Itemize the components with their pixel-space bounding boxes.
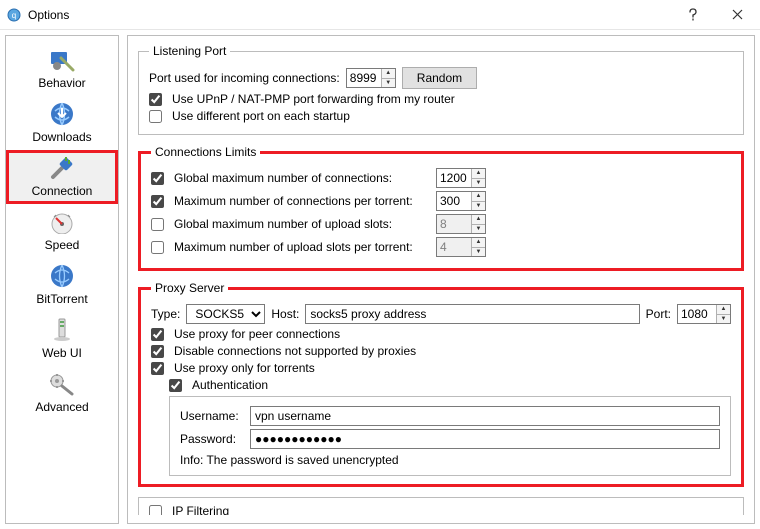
sidebar-item-label: Web UI bbox=[6, 346, 118, 360]
proxy-server-legend: Proxy Server bbox=[151, 281, 228, 295]
sidebar-item-label: Advanced bbox=[6, 400, 118, 414]
max-conn-per-torrent-input[interactable]: ▲▼ bbox=[436, 191, 486, 211]
ip-filtering-group: IP Filtering bbox=[138, 497, 744, 515]
sidebar-item-bittorrent[interactable]: BitTorrent bbox=[6, 258, 118, 312]
global-max-conn-label: Global maximum number of connections: bbox=[174, 171, 430, 185]
downloads-icon bbox=[45, 100, 79, 128]
proxy-only-torrents-checkbox[interactable] bbox=[151, 362, 164, 375]
listening-port-group: Listening Port Port used for incoming co… bbox=[138, 44, 744, 135]
upnp-checkbox[interactable] bbox=[149, 93, 162, 106]
global-max-conn-checkbox[interactable] bbox=[151, 172, 164, 185]
proxy-username-input[interactable] bbox=[250, 406, 720, 426]
proxy-peer-label: Use proxy for peer connections bbox=[174, 327, 340, 341]
sidebar-item-label: Downloads bbox=[6, 130, 118, 144]
max-conn-per-torrent-label: Maximum number of connections per torren… bbox=[174, 194, 430, 208]
port-input[interactable]: ▲▼ bbox=[346, 68, 396, 88]
port-spinner[interactable]: ▲▼ bbox=[381, 69, 395, 87]
proxy-disable-unsupported-checkbox[interactable] bbox=[151, 345, 164, 358]
close-button[interactable] bbox=[715, 0, 760, 30]
global-max-upload-label: Global maximum number of upload slots: bbox=[174, 217, 430, 231]
help-button[interactable] bbox=[670, 0, 715, 30]
proxy-auth-box: Username: Password: Info: The password i… bbox=[169, 396, 731, 476]
proxy-disable-unsupported-label: Disable connections not supported by pro… bbox=[174, 344, 416, 358]
listening-port-legend: Listening Port bbox=[149, 44, 230, 58]
speed-icon bbox=[45, 208, 79, 236]
sidebar-item-behavior[interactable]: Behavior bbox=[6, 42, 118, 96]
app-icon: q bbox=[6, 7, 22, 23]
sidebar-item-webui[interactable]: Web UI bbox=[6, 312, 118, 366]
proxy-password-label: Password: bbox=[180, 432, 244, 446]
diff-port-label: Use different port on each startup bbox=[172, 109, 350, 123]
connections-limits-group: Connections Limits Global maximum number… bbox=[138, 145, 744, 271]
sidebar-item-downloads[interactable]: Downloads bbox=[6, 96, 118, 150]
titlebar: q Options bbox=[0, 0, 760, 30]
proxy-username-label: Username: bbox=[180, 409, 244, 423]
sidebar-item-label: Connection bbox=[6, 184, 118, 198]
diff-port-checkbox[interactable] bbox=[149, 110, 162, 123]
sidebar-item-advanced[interactable]: Advanced bbox=[6, 366, 118, 420]
proxy-port-label: Port: bbox=[646, 307, 671, 321]
bittorrent-icon bbox=[45, 262, 79, 290]
proxy-auth-label: Authentication bbox=[192, 378, 268, 392]
proxy-password-info: Info: The password is saved unencrypted bbox=[180, 453, 720, 467]
advanced-icon bbox=[45, 370, 79, 398]
random-button[interactable]: Random bbox=[402, 67, 477, 89]
proxy-type-label: Type: bbox=[151, 307, 180, 321]
global-max-upload-input: ▲▼ bbox=[436, 214, 486, 234]
svg-text:q: q bbox=[12, 11, 16, 20]
sidebar-item-label: Speed bbox=[6, 238, 118, 252]
sidebar-item-label: BitTorrent bbox=[6, 292, 118, 306]
proxy-only-torrents-label: Use proxy only for torrents bbox=[174, 361, 315, 375]
sidebar-item-label: Behavior bbox=[6, 76, 118, 90]
global-max-upload-checkbox[interactable] bbox=[151, 218, 164, 231]
proxy-auth-checkbox[interactable] bbox=[169, 379, 182, 392]
proxy-host-input[interactable] bbox=[305, 304, 639, 324]
port-label: Port used for incoming connections: bbox=[149, 71, 340, 85]
ip-filtering-checkbox[interactable] bbox=[149, 505, 162, 516]
connections-limits-legend: Connections Limits bbox=[151, 145, 260, 159]
content-panel: Listening Port Port used for incoming co… bbox=[127, 35, 755, 524]
ip-filtering-label: IP Filtering bbox=[172, 504, 229, 515]
max-upload-per-torrent-label: Maximum number of upload slots per torre… bbox=[174, 240, 430, 254]
connection-icon bbox=[45, 154, 79, 182]
max-upload-per-torrent-input: ▲▼ bbox=[436, 237, 486, 257]
proxy-type-select[interactable]: SOCKS5 bbox=[186, 304, 265, 324]
sidebar: Behavior Downloads Connection Speed BitT… bbox=[5, 35, 119, 524]
max-upload-per-torrent-checkbox[interactable] bbox=[151, 241, 164, 254]
window-title: Options bbox=[28, 8, 670, 22]
proxy-password-input[interactable] bbox=[250, 429, 720, 449]
proxy-server-group: Proxy Server Type: SOCKS5 Host: Port: ▲▼… bbox=[138, 281, 744, 487]
upnp-label: Use UPnP / NAT-PMP port forwarding from … bbox=[172, 92, 455, 106]
global-max-conn-input[interactable]: ▲▼ bbox=[436, 168, 486, 188]
behavior-icon bbox=[45, 46, 79, 74]
webui-icon bbox=[45, 316, 79, 344]
max-conn-per-torrent-checkbox[interactable] bbox=[151, 195, 164, 208]
sidebar-item-connection[interactable]: Connection bbox=[6, 150, 118, 204]
proxy-port-input[interactable]: ▲▼ bbox=[677, 304, 731, 324]
sidebar-item-speed[interactable]: Speed bbox=[6, 204, 118, 258]
proxy-peer-checkbox[interactable] bbox=[151, 328, 164, 341]
proxy-host-label: Host: bbox=[271, 307, 299, 321]
